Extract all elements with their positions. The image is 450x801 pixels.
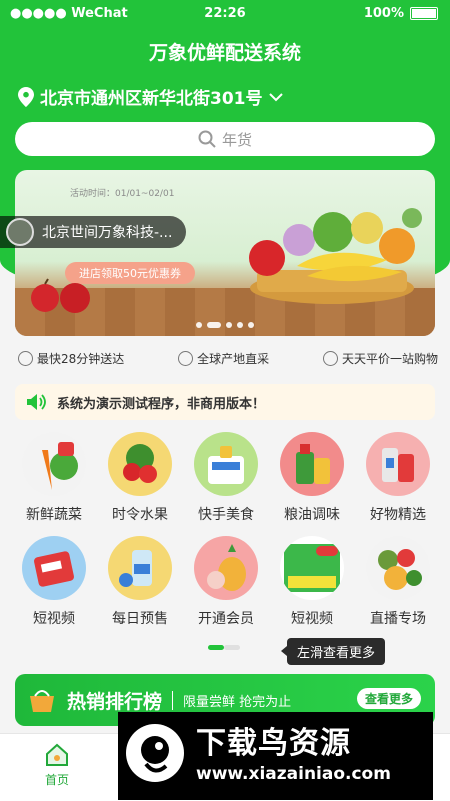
shop-avatar — [6, 218, 34, 246]
shield-icon — [322, 351, 338, 366]
video-promo-icon — [280, 536, 344, 600]
banner-dot[interactable] — [237, 322, 243, 328]
speaker-icon — [27, 394, 46, 410]
fruit-basket-image — [249, 208, 422, 304]
category-label: 好物精选 — [370, 507, 426, 523]
watermark: 下载鸟资源 www.xiazainiao.com — [118, 712, 433, 800]
location-selector[interactable]: 北京市通州区新华北街301号 — [18, 84, 283, 109]
food-icon — [194, 432, 258, 496]
oil-icon — [280, 432, 344, 496]
banner-dot[interactable] — [196, 322, 202, 328]
feature-label: 天天平价一站购物 — [341, 352, 438, 366]
feature-daily-price: 天天平价一站购物 — [322, 350, 438, 367]
video-icon — [22, 536, 86, 600]
feature-label: 最快28分钟送达 — [37, 352, 125, 366]
globe-icon — [178, 351, 194, 366]
category-item[interactable]: 好物精选 — [355, 432, 441, 524]
banner-dot-active[interactable] — [207, 322, 221, 328]
basket-icon — [30, 690, 54, 712]
tab-home-label: 首页 — [44, 773, 69, 787]
category-label: 新鲜蔬菜 — [26, 507, 82, 523]
notice-text: 系统为演示测试程序，非商用版本！ — [57, 396, 266, 412]
battery-percent: 100% — [363, 6, 404, 21]
category-label: 时令水果 — [112, 507, 168, 523]
category-grid: 新鲜蔬菜 时令水果 快手美食 粮油调味 好物精选 短视频 每日预售 开通会员 短… — [0, 432, 450, 632]
live-icon — [366, 536, 430, 600]
fruit-icon — [108, 432, 172, 496]
apples-image — [31, 278, 90, 313]
feature-strip: 最快28分钟送达 全球产地直采 天天平价一站购物 — [18, 350, 438, 367]
category-item[interactable]: 时令水果 — [97, 432, 183, 524]
clock-icon — [18, 351, 33, 366]
watermark-url: www.xiazainiao.com — [196, 764, 391, 784]
notice-bar: 系统为演示测试程序，非商用版本！ — [15, 384, 435, 420]
location-pin-icon — [18, 86, 34, 107]
category-item[interactable]: 开通会员 — [183, 536, 269, 628]
hot-sales-subtitle: 限量尝鲜 抢完为止 — [172, 690, 291, 710]
pager-active — [208, 645, 224, 650]
feature-fast-delivery: 最快28分钟送达 — [18, 350, 124, 367]
view-more-button[interactable]: 查看更多 — [356, 688, 421, 709]
app-title: 万象优鲜配送系统 — [148, 42, 301, 64]
category-item[interactable]: 粮油调味 — [269, 432, 355, 524]
category-item[interactable]: 快手美食 — [183, 432, 269, 524]
search-bar[interactable]: 年货 — [15, 122, 435, 156]
category-label: 每日预售 — [112, 611, 168, 627]
presale-icon — [108, 536, 172, 600]
category-item[interactable]: 短视频 — [269, 536, 355, 628]
swipe-tip: 左滑查看更多 — [280, 638, 386, 665]
feature-global-sourcing: 全球产地直采 — [178, 350, 269, 367]
search-placeholder: 年货 — [221, 130, 252, 149]
banner-dot[interactable] — [248, 322, 254, 328]
goods-icon — [366, 432, 430, 496]
promo-banner[interactable]: 活动时间：01/01~02/01 进店领取50元优惠券 — [15, 170, 435, 336]
shop-name: 北京世间万象科技-... — [42, 225, 173, 241]
banner-dot[interactable] — [226, 322, 232, 328]
category-label: 直播专场 — [370, 611, 426, 627]
tab-home[interactable]: 首页 — [35, 742, 79, 788]
watermark-text: 下载鸟资源 — [196, 726, 351, 761]
battery-status: 100% — [364, 6, 438, 21]
location-text: 北京市通州区新华北街301号 — [40, 89, 263, 109]
chevron-down-icon — [268, 92, 283, 101]
category-label: 快手美食 — [198, 507, 254, 523]
home-icon — [46, 743, 68, 766]
category-label: 短视频 — [291, 611, 333, 627]
member-icon — [194, 536, 258, 600]
category-pager — [208, 645, 240, 650]
banner-pagination — [15, 322, 435, 328]
activity-time: 活动时间：01/01~02/01 — [70, 189, 175, 199]
search-icon — [198, 130, 216, 148]
pager-inactive — [224, 645, 240, 650]
category-label: 短视频 — [33, 611, 75, 627]
shop-badge[interactable]: 北京世间万象科技-... — [0, 216, 187, 248]
status-bar: ●●●●● WeChat 22:26 100% — [0, 0, 450, 28]
hot-sales-title: 热销排行榜 — [67, 690, 163, 713]
feature-label: 全球产地直采 — [197, 352, 270, 366]
watermark-logo-icon — [126, 724, 184, 782]
vegetables-icon — [22, 432, 86, 496]
category-item[interactable]: 短视频 — [11, 536, 97, 628]
category-item[interactable]: 直播专场 — [355, 536, 441, 628]
category-label: 粮油调味 — [284, 507, 340, 523]
battery-icon — [410, 7, 438, 20]
category-item[interactable]: 每日预售 — [97, 536, 183, 628]
category-item[interactable]: 新鲜蔬菜 — [11, 432, 97, 524]
category-label: 开通会员 — [198, 611, 254, 627]
